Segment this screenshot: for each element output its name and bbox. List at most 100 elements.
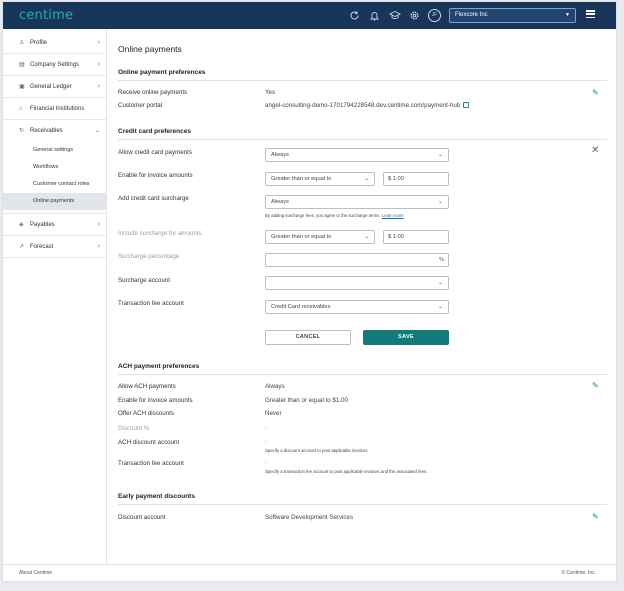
receive-online-label: Receive online payments: [118, 89, 188, 96]
sidebar-item-label: Payables: [30, 222, 55, 228]
sidebar-item-general-ledger[interactable]: ▣ General Ledger ›: [3, 76, 106, 98]
enable-amount-input[interactable]: $ 1.00: [383, 172, 449, 186]
page-title: Online payments: [118, 44, 182, 54]
bell-icon[interactable]: [369, 10, 380, 21]
company-select[interactable]: Flexcore Inc ▼: [449, 8, 576, 23]
surcharge-select[interactable]: Always ⌄: [265, 195, 449, 209]
surcharge-label: Add credit card surcharge: [118, 195, 189, 202]
surcharge-percentage-input[interactable]: %: [265, 253, 449, 267]
graduation-cap-icon[interactable]: [388, 10, 402, 21]
transaction-fee-select[interactable]: Credit Card receivables ⌄: [265, 300, 449, 314]
sidebar-subitem-workflows[interactable]: Workflows: [3, 159, 106, 176]
menu-icon[interactable]: [586, 10, 595, 19]
sidebar-item-receivables[interactable]: ↻ Receivables ⌄: [3, 120, 106, 142]
user-avatar[interactable]: JF: [428, 9, 441, 22]
ledger-icon: ▣: [19, 84, 25, 90]
ach-transaction-fee-label: Transaction fee account: [118, 460, 184, 467]
divider: [118, 139, 607, 140]
cancel-button[interactable]: CANCEL: [265, 330, 351, 345]
bank-icon: ⌂: [19, 106, 23, 112]
sidebar: ♙ Profile › ▤ Company Settings › ▣ Gener…: [3, 29, 107, 564]
company-name: Flexcore Inc: [455, 12, 488, 18]
include-amount-input[interactable]: $ 1.00: [383, 230, 449, 244]
surcharge-account-select[interactable]: ⌄: [265, 276, 449, 290]
select-value: Always: [271, 152, 290, 158]
chevron-down-icon: ⌄: [363, 234, 369, 240]
discount-account-label: Discount account: [118, 514, 166, 521]
portal-url[interactable]: angel-consulting-demo-1701794228548.dev.…: [265, 102, 460, 109]
sidebar-item-company-settings[interactable]: ▤ Company Settings ›: [3, 54, 106, 76]
allow-ach-value: Always: [265, 383, 285, 390]
divider: [118, 374, 607, 375]
select-value: Greater than or equal to: [271, 234, 332, 240]
forecast-icon: ↗: [19, 244, 25, 250]
customer-portal-label: Customer portal: [118, 102, 163, 109]
receivables-submenu: General settings Workflows Customer cont…: [3, 142, 106, 214]
chevron-down-icon: ⌄: [94, 128, 100, 134]
app-frame: centime JF Flexcore Inc ▼ ♙ Profile › ▤ …: [3, 2, 616, 581]
pencil-icon[interactable]: ✎: [592, 512, 601, 521]
pencil-icon[interactable]: ✎: [592, 88, 601, 97]
select-value: Always: [271, 199, 290, 205]
surcharge-terms-note: By adding surcharge fees, you agree to t…: [265, 213, 404, 218]
chevron-right-icon: ›: [97, 83, 100, 90]
chevron-right-icon: ›: [97, 39, 100, 46]
select-value: Greater than or equal to: [271, 176, 332, 182]
surcharge-account-label: Surcharge account: [118, 277, 170, 284]
about-link[interactable]: About Centime: [19, 570, 52, 576]
sidebar-item-label: Forecast: [30, 244, 54, 250]
offer-ach-discounts-label: Offer ACH discounts: [118, 410, 174, 417]
enable-amounts-operator-select[interactable]: Greater than or equal to ⌄: [265, 172, 375, 186]
pencil-icon[interactable]: ✎: [592, 381, 601, 390]
transaction-fee-label: Transaction fee account: [118, 300, 184, 307]
chevron-down-icon: ▼: [565, 12, 570, 18]
select-value: Credit Card receivables: [271, 304, 331, 310]
ach-enable-amounts-value: Greater than or equal to $1.00: [265, 397, 348, 404]
ach-transaction-fee-note: Specify a transaction fee account to pos…: [265, 469, 428, 474]
sidebar-item-payables[interactable]: ◈ Payables ›: [3, 214, 106, 236]
close-icon[interactable]: ✕: [591, 146, 599, 156]
sidebar-item-profile[interactable]: ♙ Profile ›: [3, 32, 106, 54]
include-surcharge-label: Include surcharge for amounts: [118, 230, 202, 237]
sidebar-item-label: Receivables: [30, 128, 63, 134]
chevron-down-icon: ⌄: [437, 280, 443, 286]
customer-portal-value: angel-consulting-demo-1701794228548.dev.…: [265, 102, 470, 109]
copy-icon[interactable]: [463, 102, 470, 108]
main-content: Online payments Online payment preferenc…: [107, 29, 616, 564]
chevron-down-icon: ⌄: [437, 199, 443, 205]
discount-pct-label: Discount %: [118, 425, 150, 432]
note-text: By adding surcharge fees, you agree to t…: [265, 213, 381, 218]
sidebar-subitem-online-payments[interactable]: Online payments: [3, 193, 106, 210]
allow-ach-label: Allow ACH payments: [118, 383, 176, 390]
divider: [118, 504, 607, 505]
sidebar-item-label: Company Settings: [30, 62, 80, 68]
discount-pct-value: -: [265, 426, 267, 431]
enable-amounts-label: Enable for invoice amounts: [118, 172, 193, 179]
surcharge-percentage-label: Surcharge percentage: [118, 253, 180, 260]
ach-discount-account-note: Specify a discount account to post appli…: [265, 448, 369, 453]
chevron-right-icon: ›: [97, 221, 100, 228]
person-icon: ♙: [19, 40, 25, 46]
ach-discount-account-value: -: [265, 439, 267, 444]
chevron-right-icon: ›: [97, 61, 100, 68]
centime-logo[interactable]: centime: [19, 8, 73, 23]
sidebar-item-financial-institutions[interactable]: ⌂ Financial Institutions: [3, 98, 106, 120]
sidebar-item-forecast[interactable]: ↗ Forecast ›: [3, 236, 106, 258]
refresh-icon[interactable]: [349, 10, 360, 21]
sidebar-subitem-general-settings[interactable]: General settings: [3, 142, 106, 159]
payables-icon: ◈: [19, 222, 24, 228]
chevron-down-icon: ⌄: [437, 304, 443, 310]
sidebar-subitem-customer-contact-roles[interactable]: Customer contact roles: [3, 176, 106, 193]
receive-online-value: Yes: [265, 89, 276, 96]
save-button[interactable]: SAVE: [363, 330, 449, 345]
include-surcharge-operator-select[interactable]: Greater than or equal to ⌄: [265, 230, 375, 244]
ach-discount-account-label: ACH discount account: [118, 439, 180, 446]
gear-icon[interactable]: [409, 10, 420, 21]
offer-ach-discounts-value: Never: [265, 410, 282, 417]
building-icon: ▤: [19, 62, 25, 68]
receivables-icon: ↻: [19, 128, 25, 134]
top-bar: centime JF Flexcore Inc ▼: [3, 2, 616, 29]
learn-more-link[interactable]: Learn more: [382, 213, 404, 218]
chevron-down-icon: ⌄: [363, 176, 369, 182]
allow-cc-select[interactable]: Always ⌄: [265, 148, 449, 162]
